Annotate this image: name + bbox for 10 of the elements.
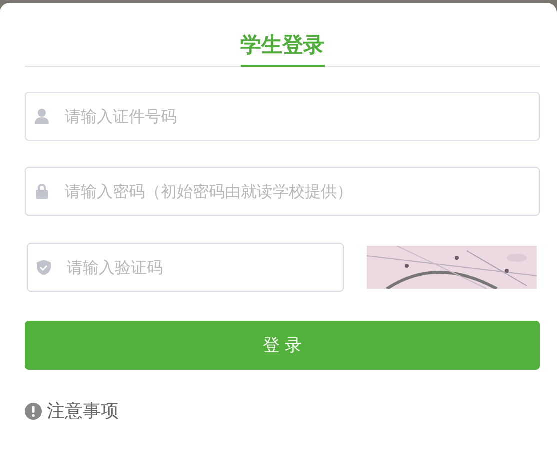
shield-icon xyxy=(36,259,52,275)
notice-link[interactable]: 注意事项 xyxy=(47,399,119,423)
input-field[interactable]: 请输入验证码 xyxy=(27,243,344,292)
warning-icon xyxy=(25,402,42,420)
input-field[interactable]: 请输入密码（初始密码由就读学校提供） xyxy=(25,167,540,216)
login-button[interactable]: 登 录 xyxy=(25,321,540,370)
login-tab[interactable]: 学生登录 xyxy=(240,31,324,67)
lock-icon xyxy=(34,183,50,199)
input-field[interactable]: 请输入证件号码 xyxy=(25,92,540,141)
user-icon xyxy=(34,108,50,124)
